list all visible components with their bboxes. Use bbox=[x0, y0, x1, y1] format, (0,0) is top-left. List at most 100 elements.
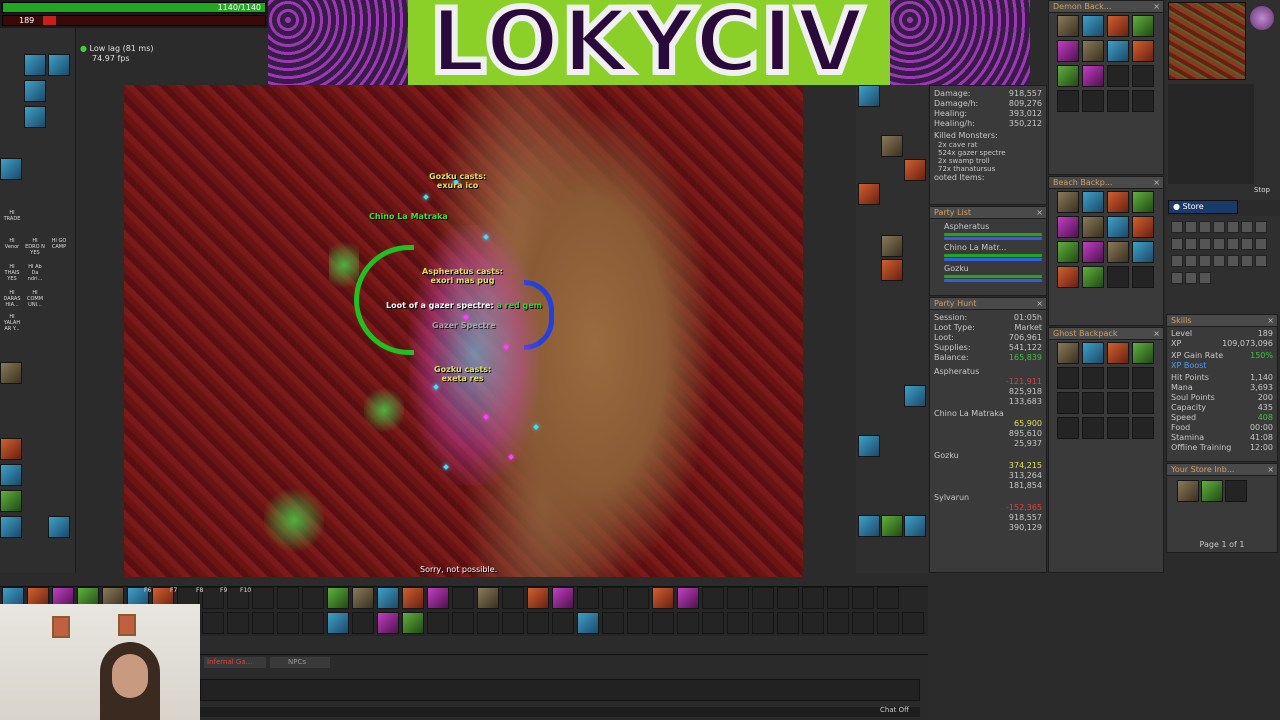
action-button[interactable] bbox=[1255, 221, 1267, 233]
action-button[interactable] bbox=[1185, 238, 1197, 250]
container-slot[interactable] bbox=[1132, 216, 1154, 238]
hotbar-slot[interactable] bbox=[227, 612, 249, 634]
hotbar-slot[interactable] bbox=[377, 587, 399, 609]
action-button[interactable] bbox=[1213, 221, 1225, 233]
action-button[interactable] bbox=[1227, 255, 1239, 267]
hotbar-slot[interactable] bbox=[577, 587, 599, 609]
equipment-slot[interactable] bbox=[881, 135, 903, 157]
action-button[interactable] bbox=[1213, 255, 1225, 267]
inbox-slot[interactable] bbox=[1225, 480, 1247, 502]
container-slot[interactable] bbox=[1132, 90, 1154, 112]
party-member[interactable]: Chino La Matr... bbox=[930, 243, 1046, 261]
equipment-slot[interactable] bbox=[858, 435, 880, 457]
container-slot[interactable] bbox=[1107, 392, 1129, 414]
container-slot[interactable] bbox=[1057, 191, 1079, 213]
action-button[interactable] bbox=[1227, 221, 1239, 233]
container-slot[interactable] bbox=[1057, 342, 1079, 364]
container-slot[interactable] bbox=[1082, 15, 1104, 37]
hotbar-slot[interactable] bbox=[852, 612, 874, 634]
hotbar-slot[interactable] bbox=[427, 612, 449, 634]
chat-tab[interactable]: NPCs bbox=[270, 657, 330, 668]
action-button[interactable] bbox=[1199, 221, 1211, 233]
inbox-item[interactable] bbox=[1201, 480, 1223, 502]
action-button[interactable] bbox=[1227, 238, 1239, 250]
game-viewport[interactable]: Gozku casts: exura ico Chino La Matraka A… bbox=[124, 85, 803, 577]
chat-tab[interactable]: Infernal Ga... bbox=[204, 657, 266, 668]
container-slot[interactable] bbox=[1057, 90, 1079, 112]
hotbar-slot[interactable] bbox=[602, 587, 624, 609]
hotbar-slot[interactable] bbox=[402, 587, 424, 609]
container-slot[interactable] bbox=[1107, 266, 1129, 288]
hotbar-slot[interactable] bbox=[327, 587, 349, 609]
hotbar-slot[interactable] bbox=[277, 587, 299, 609]
store-button[interactable]: ● Store bbox=[1168, 200, 1238, 214]
hotbar-slot[interactable] bbox=[252, 587, 274, 609]
container-slot[interactable] bbox=[1082, 40, 1104, 62]
container-slot[interactable] bbox=[1057, 417, 1079, 439]
close-icon[interactable]: × bbox=[1036, 207, 1043, 218]
action-button[interactable] bbox=[1213, 238, 1225, 250]
container-slot[interactable] bbox=[1107, 216, 1129, 238]
hotbar-slot[interactable] bbox=[402, 612, 424, 634]
container-slot[interactable] bbox=[1057, 65, 1079, 87]
hotbar-slot[interactable] bbox=[852, 587, 874, 609]
hotkey-label[interactable]: HI YALAH AR Y... bbox=[2, 314, 22, 332]
container-slot[interactable] bbox=[1057, 392, 1079, 414]
hotbar-slot[interactable] bbox=[427, 587, 449, 609]
equipment-slot[interactable] bbox=[904, 159, 926, 181]
party-list-title[interactable]: Party List × bbox=[930, 207, 1046, 219]
container-slot[interactable] bbox=[1107, 90, 1129, 112]
hotbar-slot[interactable] bbox=[352, 587, 374, 609]
equipment-slot[interactable] bbox=[881, 515, 903, 537]
equipment-slot[interactable] bbox=[881, 259, 903, 281]
hotbar-slot[interactable] bbox=[602, 612, 624, 634]
action-button[interactable] bbox=[1185, 221, 1197, 233]
action-button[interactable] bbox=[1185, 272, 1197, 284]
action-button[interactable] bbox=[1241, 238, 1253, 250]
container-slot[interactable] bbox=[1057, 216, 1079, 238]
action-button[interactable] bbox=[1199, 272, 1211, 284]
hotbar-slot[interactable] bbox=[577, 612, 599, 634]
spell-icon[interactable] bbox=[24, 80, 46, 102]
hotbar-slot[interactable] bbox=[802, 587, 824, 609]
trade-label[interactable]: HI TRADE bbox=[2, 210, 22, 222]
hotbar-slot[interactable] bbox=[477, 612, 499, 634]
equipment-slot[interactable] bbox=[904, 515, 926, 537]
hotbar-slot[interactable] bbox=[252, 612, 274, 634]
item-icon[interactable] bbox=[0, 490, 22, 512]
hotkey-label[interactable]: HI THAIS YES bbox=[2, 264, 22, 282]
container-slot[interactable] bbox=[1082, 90, 1104, 112]
hotbar-slot[interactable] bbox=[502, 612, 524, 634]
container-slot[interactable] bbox=[1132, 342, 1154, 364]
container-slot[interactable] bbox=[1132, 417, 1154, 439]
hotkey-label[interactable]: HI Venor bbox=[2, 238, 22, 250]
hotkey-label[interactable]: HI EDRO N YES bbox=[25, 238, 45, 256]
hotbar-slot[interactable] bbox=[802, 612, 824, 634]
container-slot[interactable] bbox=[1057, 15, 1079, 37]
container-slot[interactable] bbox=[1057, 367, 1079, 389]
hotbar-slot[interactable] bbox=[727, 612, 749, 634]
item-icon[interactable] bbox=[0, 438, 22, 460]
chat-scroll[interactable] bbox=[200, 707, 920, 717]
hotbar-slot[interactable] bbox=[452, 612, 474, 634]
hotbar-slot[interactable] bbox=[202, 612, 224, 634]
container-slot[interactable] bbox=[1082, 191, 1104, 213]
hotbar-slot[interactable] bbox=[352, 612, 374, 634]
hotbar-slot[interactable] bbox=[752, 612, 774, 634]
container-slot[interactable] bbox=[1132, 367, 1154, 389]
container-slot[interactable] bbox=[1082, 266, 1104, 288]
container-slot[interactable] bbox=[1107, 241, 1129, 263]
hotbar-slot[interactable] bbox=[902, 612, 924, 634]
hotkey-label[interactable]: HI DARAS HIA... bbox=[2, 290, 22, 308]
action-button[interactable] bbox=[1185, 255, 1197, 267]
container-slot[interactable] bbox=[1107, 191, 1129, 213]
hotkey-label[interactable]: HI Ab Da ndri... bbox=[25, 264, 45, 282]
hotbar-slot[interactable] bbox=[877, 587, 899, 609]
container-slot[interactable] bbox=[1082, 241, 1104, 263]
action-button[interactable] bbox=[1171, 221, 1183, 233]
hotbar-slot[interactable] bbox=[552, 587, 574, 609]
equipment-slot[interactable] bbox=[858, 515, 880, 537]
spell-icon[interactable] bbox=[24, 54, 46, 76]
action-button[interactable] bbox=[1241, 221, 1253, 233]
party-member[interactable]: Gozku bbox=[930, 264, 1046, 282]
